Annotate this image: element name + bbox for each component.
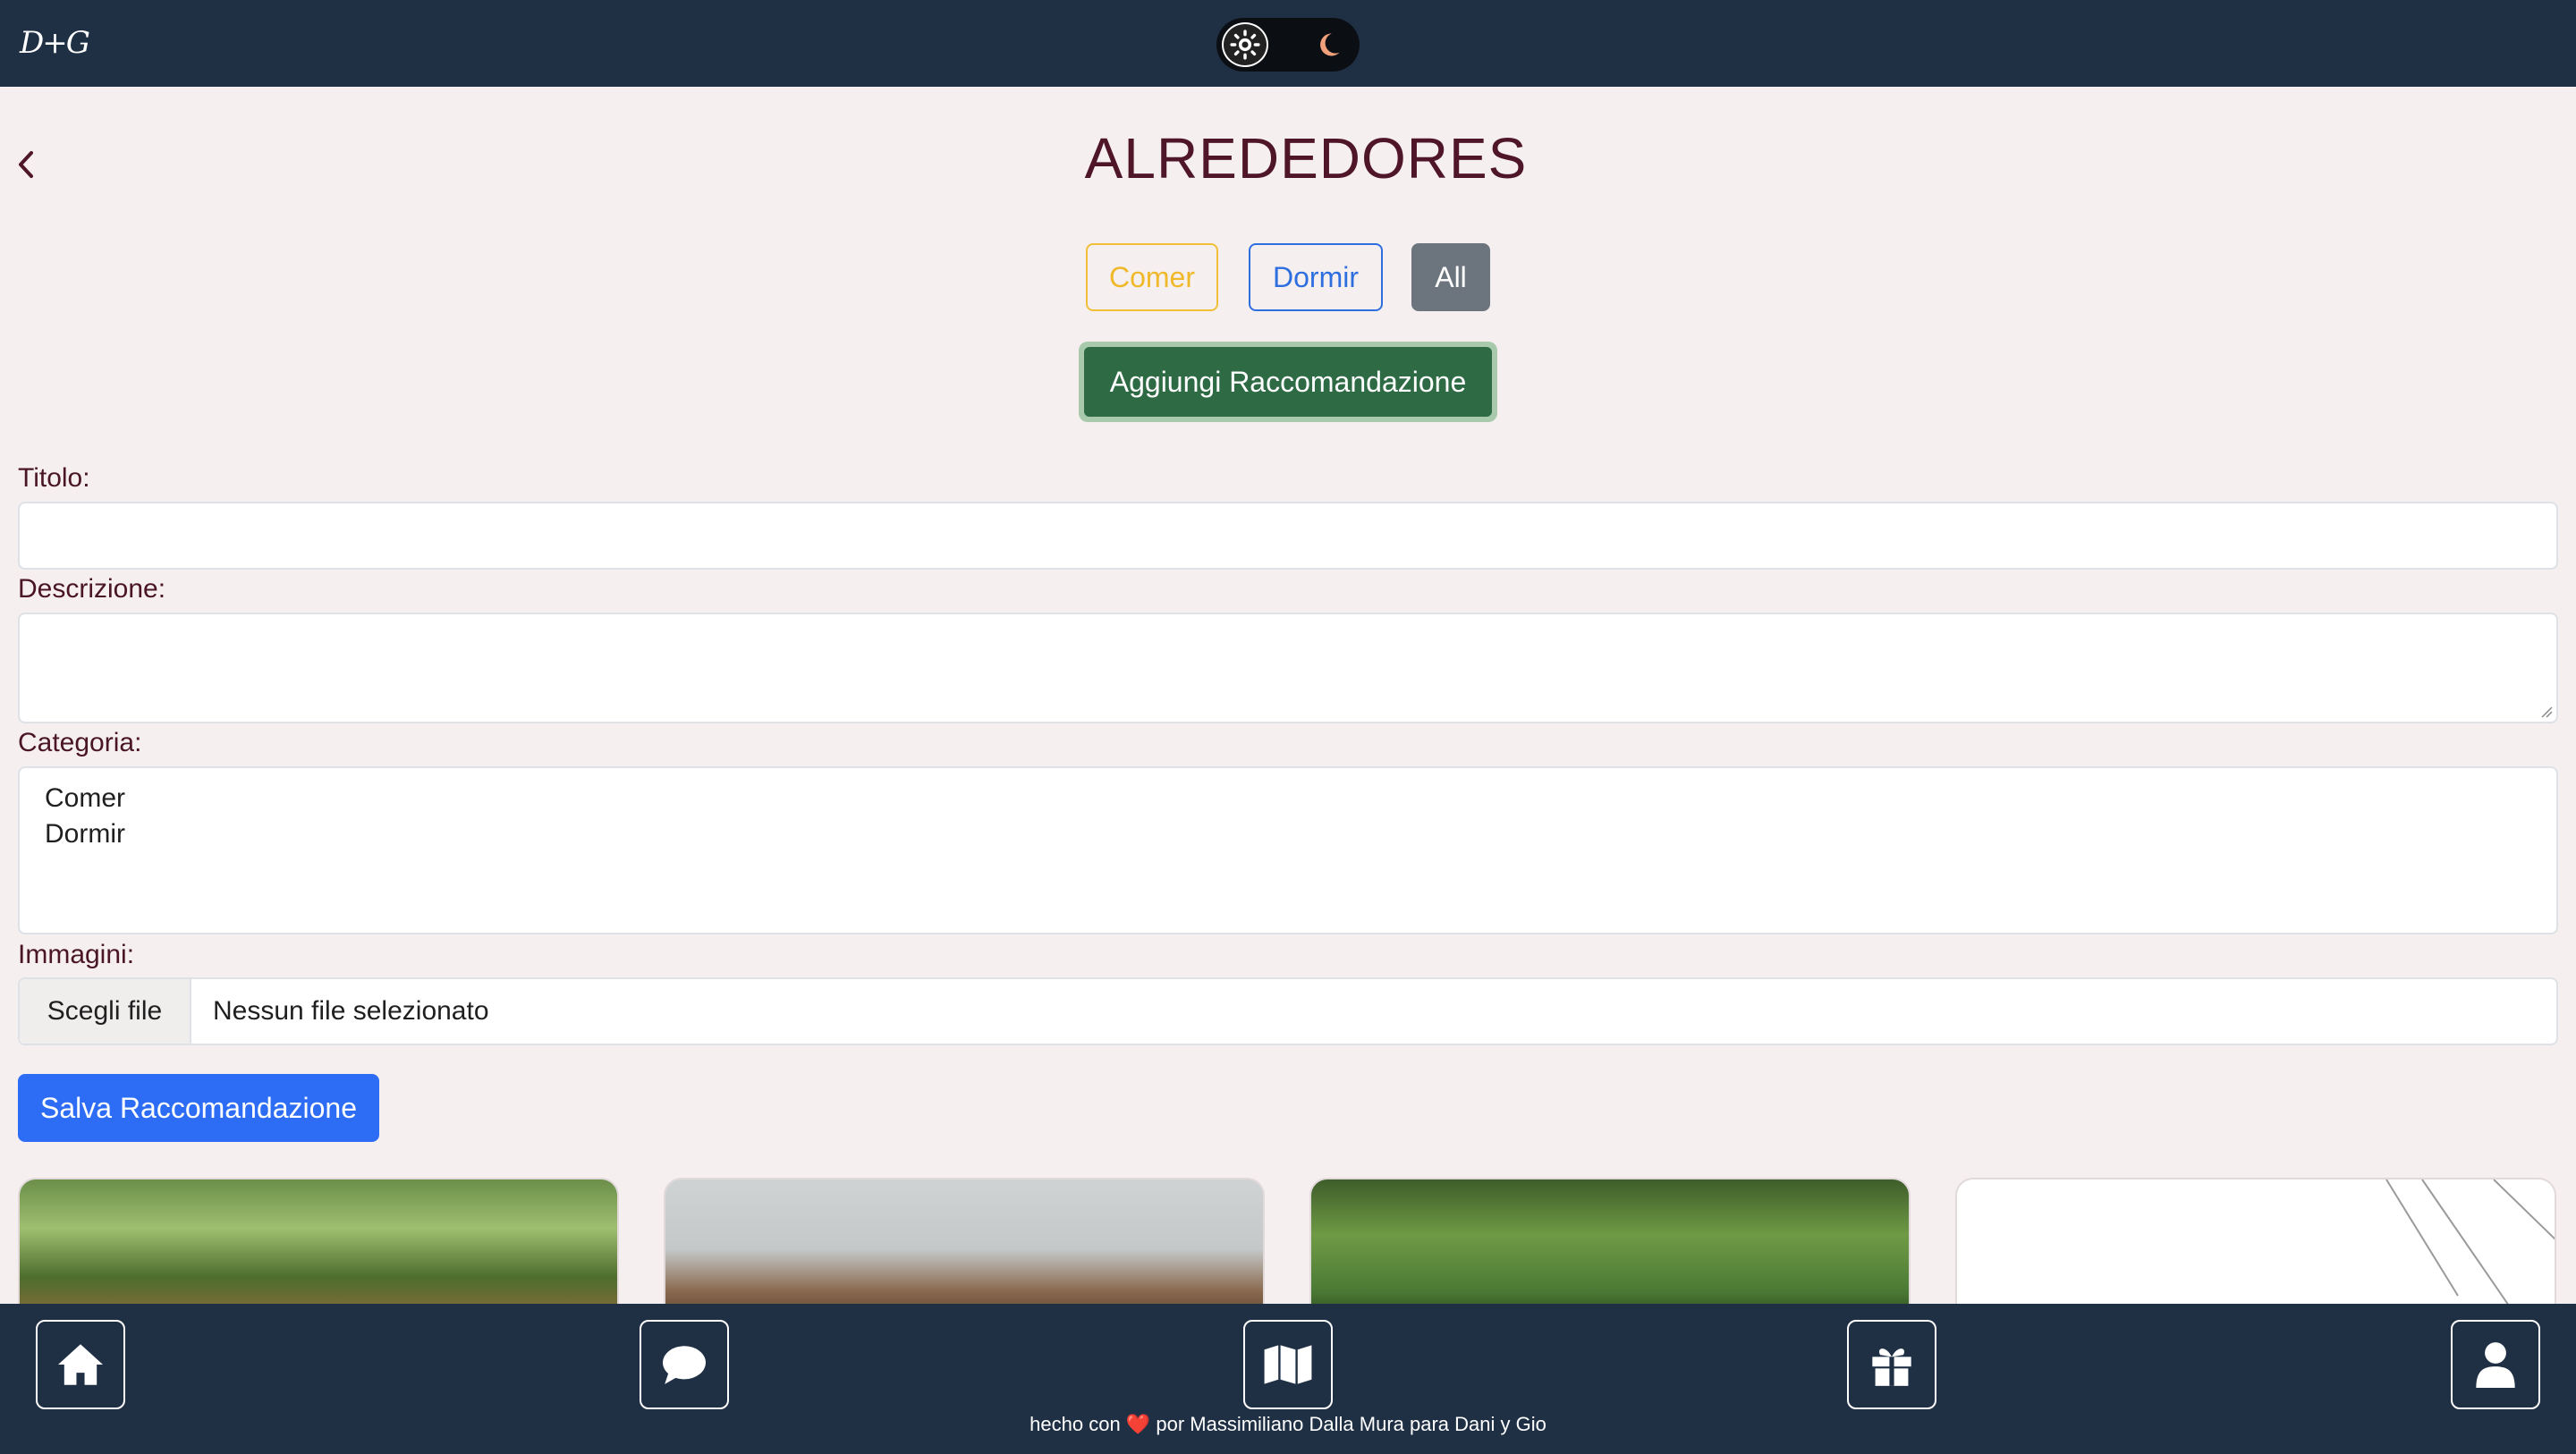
- filter-dormir-button[interactable]: Dormir: [1249, 243, 1383, 311]
- map-icon: [1264, 1345, 1312, 1384]
- recommendation-card-image[interactable]: [664, 1178, 1265, 1321]
- add-recommendation-label: Aggiungi Raccomandazione: [1084, 347, 1492, 417]
- file-status: Nessun file selezionato: [213, 996, 489, 1026]
- add-recommendation-button[interactable]: Aggiungi Raccomandazione: [1079, 342, 1497, 422]
- file-input[interactable]: Scegli file Nessun file selezionato: [18, 977, 2558, 1045]
- card-image-lines: [2385, 1179, 2555, 1319]
- nav-gift-button[interactable]: [1847, 1320, 1936, 1409]
- category-label: Categoria:: [18, 728, 142, 757]
- nav-profile-button[interactable]: [2451, 1320, 2540, 1409]
- title-input[interactable]: [18, 502, 2558, 570]
- user-icon: [2476, 1342, 2515, 1388]
- nav-home-button[interactable]: [36, 1320, 125, 1409]
- nav-map-button[interactable]: [1243, 1320, 1333, 1409]
- choose-file-button[interactable]: Scegli file: [20, 979, 191, 1044]
- footer-credit: hecho con ❤️ por Massimiliano Dalla Mura…: [0, 1413, 2576, 1436]
- category-select[interactable]: Comer Dormir: [18, 766, 2558, 934]
- title-label: Titolo:: [18, 463, 90, 493]
- recommendation-card-image[interactable]: [18, 1178, 619, 1321]
- app-logo[interactable]: D+G: [20, 25, 90, 61]
- images-label: Immagini:: [18, 940, 135, 969]
- resize-handle-icon[interactable]: [2540, 706, 2553, 718]
- top-navbar: D+G: [0, 0, 2576, 87]
- page-title: ALREDEDORES: [1084, 126, 1528, 190]
- toggle-knob[interactable]: [1222, 22, 1268, 67]
- category-option-comer[interactable]: Comer: [45, 781, 2531, 816]
- category-option-dormir[interactable]: Dormir: [45, 816, 2531, 852]
- sun-icon: [1230, 30, 1260, 60]
- bottom-navbar: hecho con ❤️ por Massimiliano Dalla Mura…: [0, 1304, 2576, 1454]
- description-label: Descrizione:: [18, 574, 166, 604]
- theme-toggle[interactable]: [1216, 18, 1360, 72]
- chat-bubble-icon: [663, 1346, 706, 1384]
- moon-icon: [1315, 31, 1342, 58]
- heart-icon: ❤️: [1125, 1413, 1151, 1435]
- filter-comer-button[interactable]: Comer: [1086, 243, 1218, 311]
- footer-text-after: por Massimiliano Dalla Mura para Dani y …: [1156, 1413, 1546, 1435]
- description-textarea[interactable]: [18, 613, 2558, 723]
- save-recommendation-button[interactable]: Salva Raccomandazione: [18, 1074, 379, 1142]
- recommendation-card-image[interactable]: [1955, 1178, 2556, 1321]
- home-icon: [58, 1344, 103, 1385]
- gift-icon: [1872, 1348, 1911, 1386]
- recommendation-card-image[interactable]: [1309, 1178, 1911, 1321]
- footer-text-before: hecho con: [1030, 1413, 1121, 1435]
- filter-all-button[interactable]: All: [1411, 243, 1490, 311]
- nav-chat-button[interactable]: [640, 1320, 729, 1409]
